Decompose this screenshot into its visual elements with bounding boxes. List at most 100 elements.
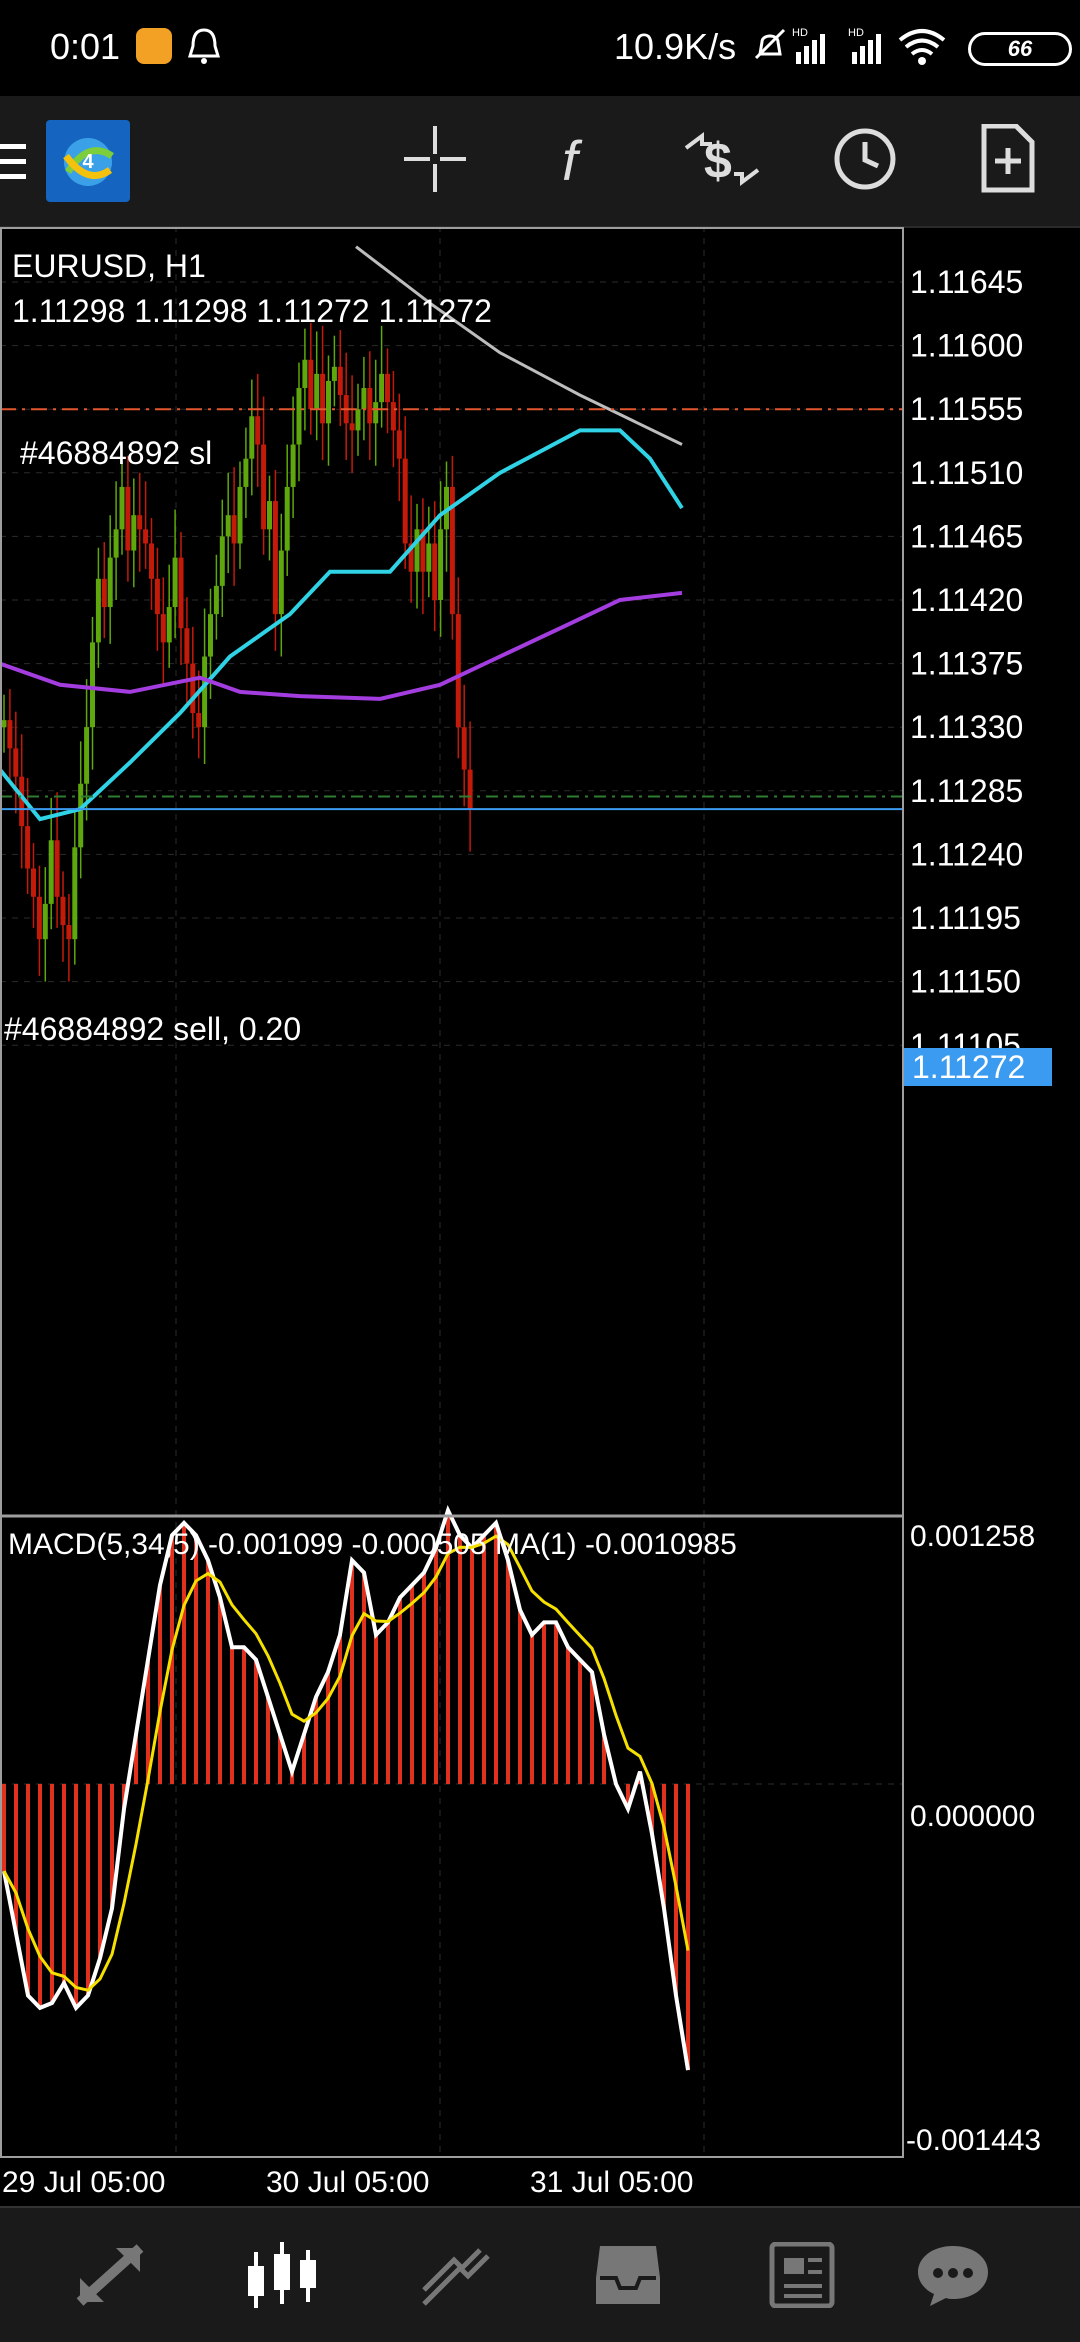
candle-body	[48, 840, 54, 904]
svg-text:HD: HD	[792, 27, 808, 39]
price-tick-label: 1.11330	[910, 709, 1023, 745]
candle-body	[390, 402, 396, 431]
macd-tick-top: 0.001258	[910, 1520, 1035, 1553]
candle-body	[36, 896, 42, 940]
candle-body	[54, 840, 60, 897]
order-label: #46884892 sell, 0.20	[4, 1011, 301, 1047]
candle-body	[461, 727, 467, 770]
candle-body	[184, 628, 190, 664]
candle-body	[249, 416, 255, 459]
status-bar: 0:01 10.9K/s HD HD 66	[0, 0, 1080, 96]
candle-body	[31, 868, 36, 897]
notification-app-icon	[136, 28, 172, 64]
candle-body	[208, 614, 213, 657]
candle-body	[373, 402, 379, 424]
candle-body	[213, 585, 219, 615]
candle-body	[237, 486, 243, 544]
chart-candles-icon[interactable]	[244, 2242, 320, 2312]
crosshair-icon[interactable]	[404, 124, 466, 194]
macd-label: MACD(5,34,5) -0.001099 -0.000505 MA(1) -…	[8, 1528, 737, 1561]
macd-tick-bottom: -0.001443	[906, 2124, 1041, 2157]
candle-body	[426, 543, 432, 572]
candle-body	[72, 847, 78, 940]
current-price-value: 1.11272	[912, 1049, 1025, 1085]
time-label-2: 30 Jul 05:00	[266, 2166, 429, 2199]
candle-body	[308, 359, 314, 410]
news-icon[interactable]	[764, 2242, 836, 2308]
candle-body	[385, 373, 390, 403]
chat-icon[interactable]	[916, 2242, 990, 2308]
candle-body	[107, 557, 113, 608]
candle-body	[1, 720, 7, 728]
candle-body	[455, 614, 461, 728]
candle-body	[231, 515, 237, 544]
status-time: 0:01	[50, 26, 121, 67]
price-tick-label: 1.11420	[910, 582, 1023, 618]
candle-body	[196, 713, 202, 728]
candle-body	[137, 515, 143, 530]
time-label-3: 31 Jul 05:00	[530, 2166, 693, 2199]
candle-body	[326, 380, 331, 424]
candle-body	[261, 444, 267, 530]
macd-tick-zero: 0.000000	[910, 1800, 1035, 1833]
candle-body	[320, 373, 326, 424]
price-tick-label: 1.11150	[910, 964, 1021, 1000]
menu-icon[interactable]	[0, 142, 28, 182]
moving-average-fast	[0, 428, 684, 822]
clock-icon[interactable]	[832, 124, 898, 194]
history-inbox-icon[interactable]	[592, 2242, 664, 2308]
candle-body	[42, 903, 48, 940]
candle-body	[172, 557, 178, 608]
candle-body	[90, 642, 95, 728]
candle-body	[367, 388, 373, 424]
new-order-icon[interactable]	[980, 124, 1036, 194]
candle-body	[337, 366, 343, 396]
price-tick-label: 1.11465	[910, 518, 1023, 554]
symbol-label: EURUSD, H1	[12, 248, 206, 284]
candle-body	[284, 486, 290, 551]
candle-body	[355, 409, 361, 431]
candle-body	[143, 529, 149, 544]
candle-body	[349, 423, 355, 431]
trade-icon[interactable]	[420, 2242, 492, 2308]
candle-body	[331, 366, 337, 381]
candle-body	[438, 529, 444, 600]
indicator-f-icon[interactable]: f	[554, 124, 604, 194]
candle-body	[160, 614, 166, 643]
candle-body	[243, 458, 249, 487]
candle-body	[190, 663, 196, 714]
candle-body	[25, 826, 31, 869]
price-chart[interactable]: EURUSD, H1 1.11298 1.11298 1.11272 1.112…	[0, 226, 1080, 2206]
price-tick-label: 1.11645	[910, 264, 1023, 300]
candle-body	[467, 769, 473, 810]
candle-body	[13, 748, 19, 777]
candle-body	[149, 543, 154, 579]
trade-dollar-icon[interactable]: $	[682, 124, 762, 194]
moving-average-slow	[0, 590, 683, 701]
candle-body	[119, 486, 125, 530]
candle-body	[95, 578, 101, 643]
alarm-icon	[187, 28, 221, 64]
candle-body	[225, 515, 231, 537]
macd-main-line	[2, 1505, 690, 2071]
quotes-arrows-icon[interactable]	[74, 2242, 146, 2308]
candle-body	[78, 783, 84, 848]
candle-body	[414, 529, 420, 572]
price-tick-label: 1.11285	[910, 773, 1023, 809]
candle-body	[432, 543, 438, 600]
price-chart-area[interactable]: EURUSD, H1 1.11298 1.11298 1.11272 1.112…	[0, 226, 1080, 2206]
battery-indicator: 66	[968, 32, 1072, 66]
candle-body	[396, 430, 402, 459]
top-toolbar: 4 f $	[0, 96, 1080, 228]
price-tick-label: 1.11600	[910, 328, 1023, 364]
price-tick-label: 1.11240	[910, 836, 1023, 872]
candle-body	[178, 557, 184, 629]
candle-body	[379, 373, 385, 403]
candle-body	[278, 550, 284, 615]
candle-body	[66, 925, 72, 940]
candle-body	[314, 373, 320, 410]
mt4-logo-icon[interactable]: 4	[46, 120, 130, 202]
candle-body	[361, 388, 367, 410]
candle-body	[290, 444, 296, 487]
svg-text:f: f	[562, 129, 583, 192]
